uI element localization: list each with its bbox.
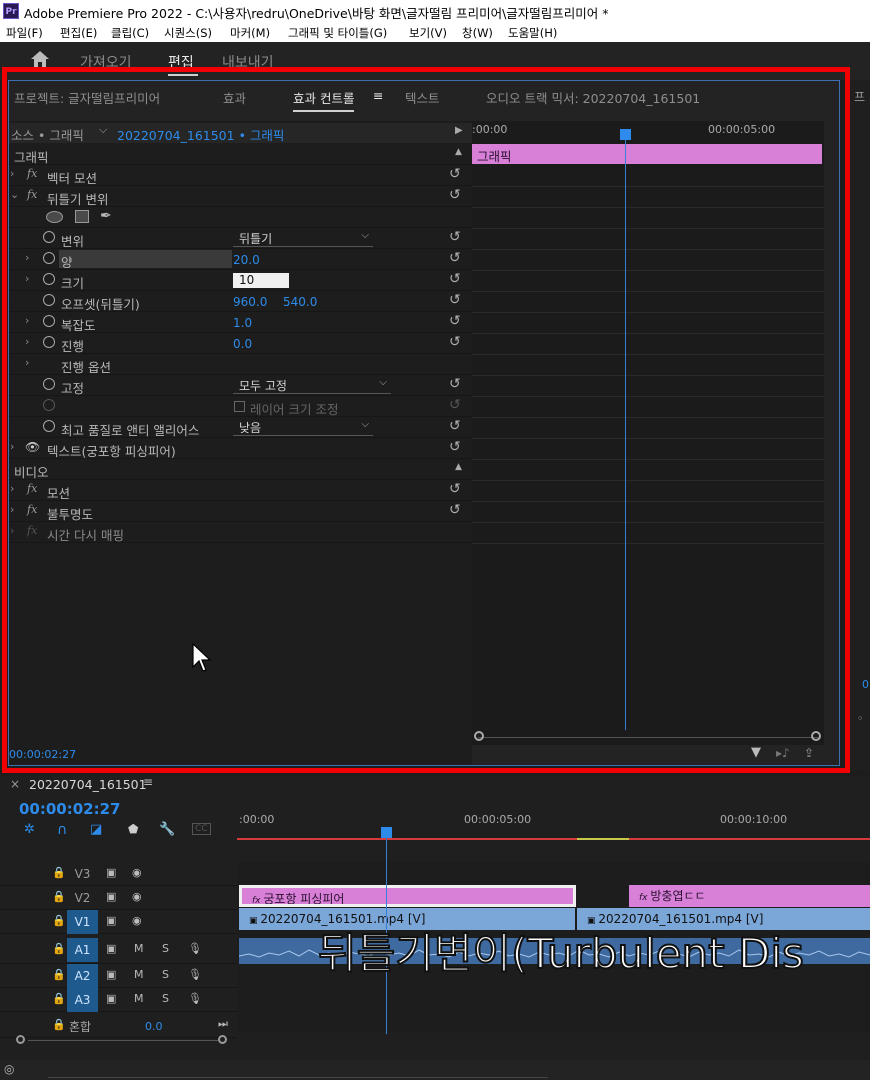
mix-value[interactable]: 0.0 xyxy=(145,1020,163,1033)
mic-icon[interactable]: 🎙 xyxy=(188,968,202,981)
wrench-icon[interactable]: 🔧 xyxy=(159,822,175,837)
close-sequence-icon[interactable]: × xyxy=(10,777,20,791)
clip-v2b-label: 방충엽ㄷㄷ xyxy=(650,889,706,903)
lock-icon[interactable]: 🔒 xyxy=(52,866,66,879)
timeline-playhead[interactable] xyxy=(381,827,392,838)
scroll-handle-left[interactable] xyxy=(16,1035,25,1044)
fx-icon: fx xyxy=(252,896,264,906)
lock-icon[interactable]: 🔒 xyxy=(52,890,66,903)
track-name[interactable]: V1 xyxy=(67,910,98,934)
menu-sequence[interactable]: 시퀀스(S) xyxy=(164,25,212,41)
snap-icon[interactable]: ✲ xyxy=(24,822,35,837)
track-name[interactable]: V3 xyxy=(67,862,98,886)
sync-lock-icon[interactable]: ▣ xyxy=(106,866,116,879)
solo-icon[interactable]: S xyxy=(162,968,169,981)
solo-icon[interactable]: S xyxy=(162,942,169,955)
mute-icon[interactable]: M xyxy=(134,992,144,1005)
go-to-end-icon[interactable]: ⏭ xyxy=(218,1017,228,1031)
sync-lock-icon[interactable]: ▣ xyxy=(106,914,116,927)
menu-file[interactable]: 파일(F) xyxy=(6,25,43,41)
highlight-frame xyxy=(2,67,850,773)
program-monitor-edge: 프 0 ◦ xyxy=(848,80,870,770)
scroll-track xyxy=(28,1040,218,1041)
overlay-caption: 뒤틀기변이(Turbulent Dis xyxy=(317,928,805,979)
status-divider xyxy=(48,1077,548,1078)
eye-icon[interactable]: ◉ xyxy=(132,914,142,927)
premiere-app-icon: Pr xyxy=(3,3,19,19)
window-title: Adobe Premiere Pro 2022 - C:\사용자\redru\O… xyxy=(24,6,609,21)
timeline-ruler[interactable]: :00:00 00:00:05:00 00:00:10:00 xyxy=(237,810,870,840)
sync-lock-icon[interactable]: ▣ xyxy=(106,968,116,981)
track-a2: 🔒 A2 ▣ M S 🎙 xyxy=(0,964,237,988)
sequence-tab[interactable]: 20220704_161501 xyxy=(29,777,147,792)
render-bar-yellow xyxy=(577,838,629,840)
track-headers: 🔒 V3 ▣ ◉ 🔒 V2 ▣ ◉ 🔒 V1 ▣ ◉ 🔒 A1 ▣ M S 🎙 … xyxy=(0,862,237,1042)
lock-icon[interactable]: 🔒 xyxy=(52,992,66,1005)
menu-edit[interactable]: 편집(E) xyxy=(60,25,97,41)
fx-icon: fx xyxy=(639,893,651,903)
scroll-handle-right[interactable] xyxy=(218,1035,227,1044)
ruler-label-10s: 00:00:10:00 xyxy=(720,813,788,826)
menu-graphics[interactable]: 그래픽 및 타이틀(G) xyxy=(288,25,387,41)
clip-v2-graphic[interactable]: fx 궁포항 피싱피어 xyxy=(239,885,576,907)
eye-icon[interactable]: ◉ xyxy=(132,890,142,903)
track-name[interactable]: V2 xyxy=(67,886,98,910)
track-name[interactable]: A1 xyxy=(67,938,98,962)
cc-status-icon[interactable]: ◎ xyxy=(4,1062,14,1076)
clip-v2-graphic-2[interactable]: fx 방충엽ㄷㄷ xyxy=(629,885,870,907)
sequence-timecode[interactable]: 00:00:02:27 xyxy=(19,800,121,818)
eye-icon[interactable]: ◉ xyxy=(132,866,142,879)
track-name[interactable]: A2 xyxy=(67,964,98,988)
marker-icon[interactable]: ⬟ xyxy=(128,822,138,836)
status-bar: ◎ xyxy=(0,1060,870,1080)
sync-lock-icon[interactable]: ▣ xyxy=(106,942,116,955)
ruler-label-0: :00:00 xyxy=(239,813,275,826)
mute-icon[interactable]: M xyxy=(134,968,144,981)
track-a1: 🔒 A1 ▣ M S 🎙 xyxy=(0,938,237,964)
menu-view[interactable]: 보기(V) xyxy=(409,25,447,41)
menu-bar: 파일(F) 편집(E) 클립(C) 시퀀스(S) 마커(M) 그래픽 및 타이틀… xyxy=(0,22,870,42)
title-bar: Pr Adobe Premiere Pro 2022 - C:\사용자\redr… xyxy=(0,0,870,22)
track-v1: 🔒 V1 ▣ ◉ xyxy=(0,910,237,934)
menu-window[interactable]: 창(W) xyxy=(462,25,493,41)
timeline-tools: ✲ ∩ ◪ ⬟ 🔧 CC xyxy=(0,822,237,840)
track-v2: 🔒 V2 ▣ ◉ xyxy=(0,886,237,910)
clip-v2a-label: 궁포항 피싱피어 xyxy=(263,892,345,906)
sequence-menu-icon[interactable]: ≡ xyxy=(143,775,153,789)
track-a3: 🔒 A3 ▣ M S 🎙 xyxy=(0,988,237,1012)
solo-icon[interactable]: S xyxy=(162,992,169,1005)
mic-icon[interactable]: 🎙 xyxy=(188,942,202,955)
sync-lock-icon[interactable]: ▣ xyxy=(106,890,116,903)
sync-lock-icon[interactable]: ▣ xyxy=(106,992,116,1005)
track-v3: 🔒 V3 ▣ ◉ xyxy=(0,862,237,886)
menu-help[interactable]: 도움말(H) xyxy=(508,25,557,41)
home-icon[interactable] xyxy=(30,50,50,68)
lock-icon[interactable]: 🔒 xyxy=(52,968,66,981)
fx-icon: ▣ xyxy=(249,916,261,926)
ruler-label-5s: 00:00:05:00 xyxy=(464,813,532,826)
timeline-h-scrollbar[interactable] xyxy=(16,1033,227,1047)
mute-icon[interactable]: M xyxy=(134,942,144,955)
render-bar-red xyxy=(237,838,870,840)
menu-marker[interactable]: 마커(M) xyxy=(230,25,270,41)
lock-icon[interactable]: 🔒 xyxy=(52,914,66,927)
lock-icon[interactable]: 🔒 xyxy=(52,942,66,955)
linked-selection-icon[interactable]: ◪ xyxy=(90,822,102,837)
lock-icon[interactable]: 🔒 xyxy=(52,1018,66,1031)
captions-icon[interactable]: CC xyxy=(192,823,211,835)
magnet-icon[interactable]: ∩ xyxy=(57,822,67,838)
mic-icon[interactable]: 🎙 xyxy=(188,992,202,1005)
menu-clip[interactable]: 클립(C) xyxy=(111,25,149,41)
track-name[interactable]: A3 xyxy=(67,988,98,1012)
